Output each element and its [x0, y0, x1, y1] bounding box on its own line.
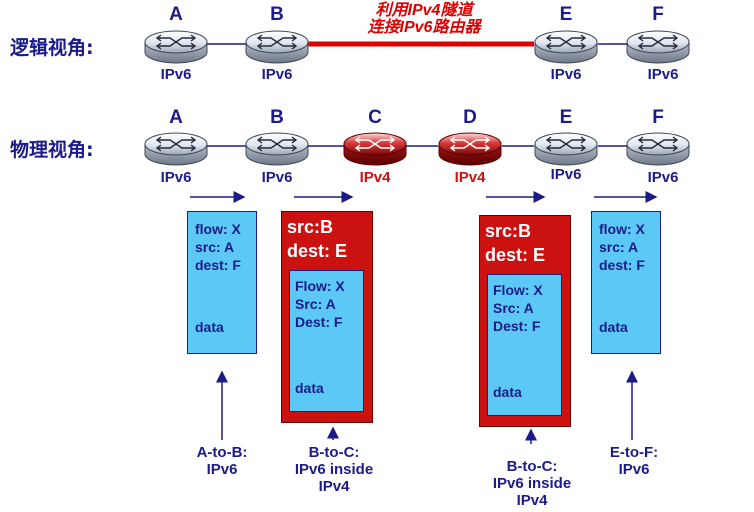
router-protocol: IPv4 — [359, 169, 391, 186]
router-letter: E — [559, 107, 573, 128]
outer-dest: dest: E — [287, 241, 348, 261]
router-protocol: IPv6 — [550, 66, 582, 83]
tunnel-note-line: 利用IPv4隧道 — [375, 2, 473, 19]
packet-d-to-e-inner: Flow: X Src: A Dest: F data — [487, 274, 562, 416]
outer-dest: dest: E — [485, 245, 546, 265]
router-icon — [245, 30, 309, 64]
caption-line: IPv4 — [318, 478, 350, 495]
caption-a-to-b: A-to-B: IPv6 — [172, 444, 272, 478]
router-icon — [144, 30, 208, 64]
router-letter: F — [652, 4, 664, 25]
router-icon — [626, 30, 690, 64]
caption-line: IPv6 inside — [294, 461, 374, 478]
router-icon — [626, 132, 690, 166]
router-icon — [534, 132, 598, 166]
packet-src: src: A — [195, 239, 235, 255]
caption-line: IPv6 — [206, 461, 238, 478]
router-icon — [245, 132, 309, 166]
caption-e-to-f: E-to-F: IPv6 — [584, 444, 684, 478]
logical-view-label: 逻辑视角: — [10, 37, 94, 59]
outer-src: src:B — [485, 221, 532, 241]
router-letter: F — [652, 107, 664, 128]
router-protocol: IPv6 — [647, 66, 679, 83]
router-protocol: IPv6 — [550, 166, 582, 183]
caption-line: B-to-C: — [506, 458, 558, 475]
packet-flow: Flow: X — [493, 282, 543, 298]
packet-a-to-b: flow: X src: A dest: F data — [187, 211, 257, 354]
packet-src: Src: A — [295, 296, 336, 312]
packet-data: data — [493, 384, 522, 400]
caption-line: IPv4 — [516, 492, 548, 509]
router-icon — [534, 30, 598, 64]
router-icon — [343, 132, 407, 166]
router-protocol: IPv4 — [454, 169, 486, 186]
router-protocol: IPv6 — [647, 169, 679, 186]
router-letter: B — [270, 4, 284, 25]
router-letter: C — [368, 107, 382, 128]
outer-src: src:B — [287, 217, 334, 237]
packet-data: data — [195, 319, 224, 335]
packet-flow: flow: X — [599, 221, 645, 237]
caption-line: IPv6 — [618, 461, 650, 478]
packet-data: data — [295, 380, 324, 396]
caption-line: B-to-C: — [308, 444, 360, 461]
router-letter: A — [169, 4, 183, 25]
packet-b-to-c-outer: src:B dest: E Flow: X Src: A Dest: F dat… — [281, 211, 373, 423]
packet-dest: Dest: F — [295, 314, 343, 330]
router-letter: A — [169, 107, 183, 128]
router-protocol: IPv6 — [160, 66, 192, 83]
tunnel-note-line: 连接IPv6路由器 — [367, 19, 481, 36]
router-icon — [438, 132, 502, 166]
packet-d-to-e-outer: src:B dest: E Flow: X Src: A Dest: F dat… — [479, 215, 571, 427]
router-icon — [144, 132, 208, 166]
caption-d-to-e: B-to-C: IPv6 inside IPv4 — [472, 458, 592, 509]
packet-b-to-c-inner: Flow: X Src: A Dest: F data — [289, 270, 364, 412]
packet-dest: Dest: F — [493, 318, 541, 334]
packet-flow: flow: X — [195, 221, 241, 237]
packet-dest: dest: F — [195, 257, 241, 273]
caption-line: A-to-B: — [196, 444, 248, 461]
packet-dest: dest: F — [599, 257, 645, 273]
caption-line: IPv6 inside — [492, 475, 572, 492]
router-letter: E — [559, 4, 573, 25]
router-protocol: IPv6 — [261, 169, 293, 186]
router-letter: B — [270, 107, 284, 128]
packet-data: data — [599, 319, 628, 335]
caption-line: E-to-F: — [609, 444, 659, 461]
packet-src: src: A — [599, 239, 639, 255]
packet-flow: Flow: X — [295, 278, 345, 294]
packet-e-to-f: flow: X src: A dest: F data — [591, 211, 661, 354]
tunnel-note: 利用IPv4隧道 连接IPv6路由器 — [324, 2, 524, 36]
packet-src: Src: A — [493, 300, 534, 316]
router-letter: D — [463, 107, 477, 128]
router-protocol: IPv6 — [261, 66, 293, 83]
physical-view-label: 物理视角: — [10, 139, 94, 161]
caption-b-to-c: B-to-C: IPv6 inside IPv4 — [274, 444, 394, 495]
router-protocol: IPv6 — [160, 169, 192, 186]
